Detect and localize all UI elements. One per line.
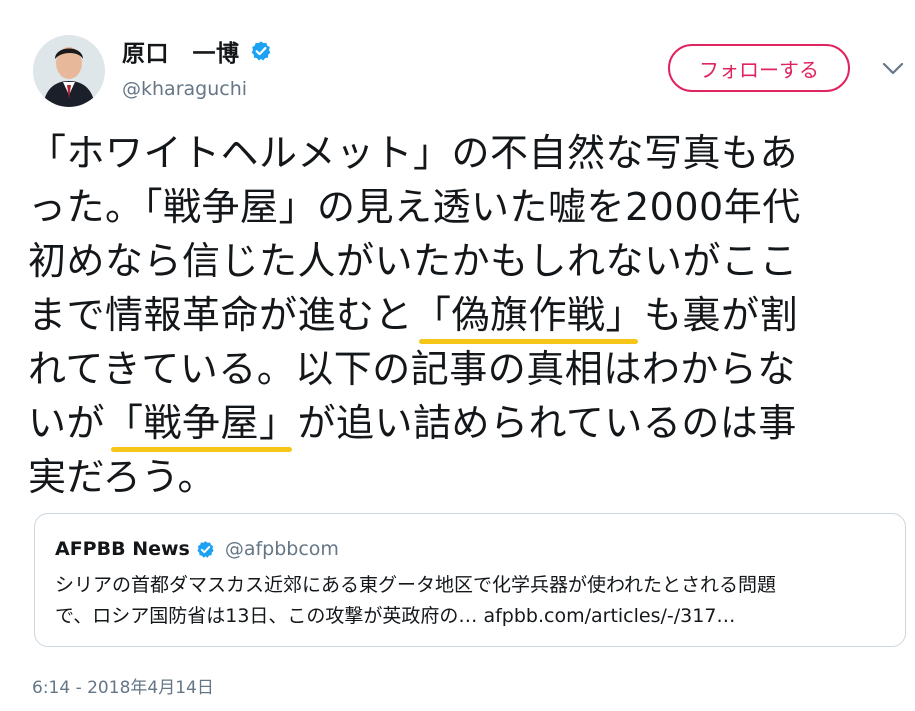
tweet-text-line: った。「戦争屋」の見え透いた嘘を2000年代 <box>28 180 908 234</box>
tweet-text-segment: まで情報革命が進むと <box>28 293 414 337</box>
quoted-text-line: で、ロシア国防省は13日、この攻撃が英政府の… afpbb.com/articl… <box>55 605 736 627</box>
follow-button[interactable]: フォローする <box>668 44 850 92</box>
tweet-text-segment: が追い詰められているのは事 <box>297 401 797 445</box>
tweet-text-segment: いが <box>28 401 106 445</box>
quoted-author-name: AFPBB News <box>55 538 190 560</box>
quoted-tweet-card[interactable]: AFPBB News @afpbbcom シリアの首都ダマスカス近郊にある東グー… <box>34 513 906 647</box>
tweet-text-line: まで情報革命が進むと「偽旗作戦」も裏が割 <box>28 288 908 344</box>
highlighted-phrase: 「偽旗作戦」 <box>413 288 644 344</box>
tweet-text-line: 「ホワイトヘルメット」の不自然な写真もあ <box>28 126 908 180</box>
verified-badge-icon <box>251 41 270 61</box>
avatar[interactable] <box>33 35 105 107</box>
tweet-text-line: 初めなら信じた人がいたかもしれないがここ <box>28 234 908 288</box>
tweet-text-segment: 初めなら信じた人がいたかもしれないがここ <box>28 239 799 283</box>
tweet-timestamp[interactable]: 6:14 - 2018年4月14日 <box>32 673 214 698</box>
author-handle[interactable]: @kharaguchi <box>122 78 247 100</box>
tweet-text-segment: った。「戦争屋」の見え透いた嘘を2000年代 <box>28 185 801 229</box>
tweet-text: 「ホワイトヘルメット」の不自然な写真もあ った。「戦争屋」の見え透いた嘘を2000… <box>28 126 908 504</box>
quoted-text-line: シリアの首都ダマスカス近郊にある東グータ地区で化学兵器が使われたとされる問題 <box>55 574 777 596</box>
tweet-text-segment: 実だろう。 <box>28 455 216 499</box>
chevron-down-icon[interactable] <box>882 62 904 76</box>
verified-badge-icon <box>197 540 214 558</box>
tweet-text-segment: 「ホワイトヘルメット」の不自然な写真もあ <box>28 131 799 175</box>
tweet-text-line: いが「戦争屋」が追い詰められているのは事 <box>28 396 908 452</box>
author-name[interactable]: 原口 一博 <box>122 34 240 68</box>
highlighted-phrase: 「戦争屋」 <box>105 396 298 452</box>
tweet-text-line: 実だろう。 <box>28 450 908 504</box>
quoted-author-handle: @afpbbcom <box>224 538 339 560</box>
tweet-text-segment: れてきている。以下の記事の真相はわからな <box>28 347 796 391</box>
tweet-text-line: れてきている。以下の記事の真相はわからな <box>28 342 908 396</box>
tweet-text-segment: も裏が割 <box>644 293 799 337</box>
